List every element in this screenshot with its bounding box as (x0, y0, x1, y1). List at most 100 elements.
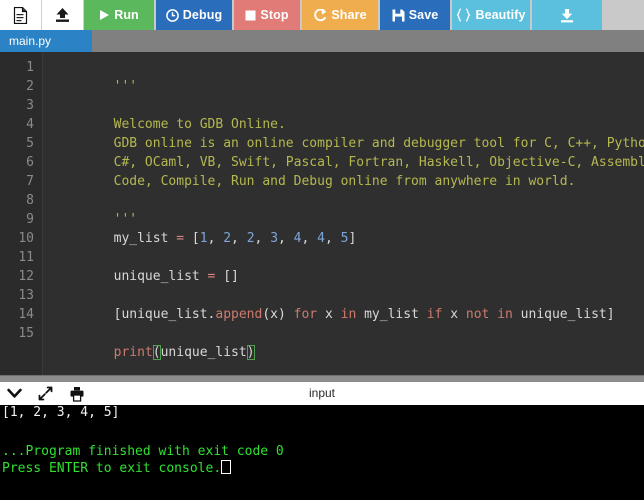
console-line: ...Program finished with exit code 0 (2, 444, 284, 459)
variable-token: my_list (113, 231, 177, 246)
share-button[interactable]: Share (302, 0, 380, 30)
expression-token: [unique_list. (113, 307, 216, 322)
tab-bar-empty-area (92, 30, 644, 52)
play-icon (99, 9, 110, 21)
number-token: 2 (246, 231, 255, 246)
keyword-token: in (497, 307, 513, 322)
download-icon (559, 8, 575, 23)
tab-main-py[interactable]: main.py (0, 30, 92, 52)
chevron-down-icon[interactable] (6, 385, 23, 402)
line-number: 6 (26, 155, 34, 170)
expression-token: my_list (356, 307, 427, 322)
number-token: 3 (270, 231, 279, 246)
comma-token: , (254, 231, 271, 246)
code-content[interactable]: ''' Welcome to GDB Online. GDB online is… (43, 52, 644, 375)
share-icon (313, 8, 327, 22)
line-number: 9 (26, 212, 34, 227)
expression-token: x (317, 307, 341, 322)
line-number: 1 (26, 60, 34, 75)
console-line-with-cursor: Press ENTER to exit console. (0, 460, 644, 477)
function-token: print (113, 345, 153, 360)
save-button[interactable]: Save (380, 0, 452, 30)
beautify-button[interactable]: Beautify (452, 0, 532, 30)
toolbar-spacer (604, 0, 644, 30)
expression-token: x (442, 307, 466, 322)
line-number: 3 (26, 98, 34, 113)
docstring-token: Welcome to GDB Online. (113, 117, 286, 132)
method-token: append (215, 307, 263, 322)
console-toolbar-icons (6, 382, 85, 405)
console-toolbar: input (0, 382, 644, 406)
line-number: 2 (26, 79, 34, 94)
line-number: 15 (18, 326, 34, 341)
run-button[interactable]: Run (84, 0, 156, 30)
variable-token: unique_list (113, 269, 208, 284)
run-button-label: Run (114, 7, 139, 22)
download-button[interactable] (532, 0, 604, 30)
docstring-token: ''' (113, 79, 138, 94)
docstring-token: Code, Compile, Run and Debug online from… (113, 174, 576, 189)
bracket-token: [] (215, 269, 239, 284)
line-number: 10 (18, 231, 34, 246)
file-icon (13, 6, 28, 24)
debug-circle-icon (165, 8, 179, 22)
console-blank-gap (0, 421, 644, 444)
upload-icon (54, 7, 71, 23)
beautify-button-label: Beautify (475, 7, 526, 22)
keyword-token: for (293, 307, 318, 322)
operator-token: = (176, 231, 185, 246)
code-editor[interactable]: 1 2 3 4 5 6 7 8 9 10 11 12 13 14 15 ''' … (0, 52, 644, 375)
tab-label: main.py (9, 34, 52, 48)
new-file-button[interactable] (0, 0, 42, 30)
comma-token: , (207, 231, 224, 246)
comma-token: , (301, 231, 318, 246)
console-input-label: input (308, 386, 336, 400)
code-line: [unique_list.append(x) for x in my_list … (43, 286, 644, 322)
code-line: ''' (43, 58, 644, 94)
docstring-token: GDB online is an online compiler and deb… (113, 136, 644, 151)
debug-button[interactable]: Debug (156, 0, 234, 30)
keyword-token: in (340, 307, 357, 322)
number-token: 4 (317, 231, 325, 246)
comma-token: , (278, 231, 294, 246)
number-token: 2 (223, 231, 232, 246)
console-cursor (221, 460, 232, 474)
argument-token: unique_list (160, 345, 247, 360)
upload-button[interactable] (42, 0, 84, 30)
stop-button-label: Stop (260, 7, 289, 22)
print-console-icon[interactable] (68, 385, 85, 402)
console-line: [1, 2, 3, 4, 5] (2, 405, 120, 420)
line-number: 7 (26, 174, 34, 189)
code-line: unique_list = [] (43, 248, 644, 284)
line-number: 13 (18, 288, 34, 303)
braces-icon (456, 8, 471, 22)
comma-token: , (231, 231, 247, 246)
line-number: 8 (26, 193, 34, 208)
number-token: 4 (293, 231, 302, 246)
expression-token: (x) (262, 307, 294, 322)
line-number: 11 (18, 250, 34, 265)
code-line: ''' (43, 191, 644, 227)
docstring-token: C#, OCaml, VB, Swift, Pascal, Fortran, H… (113, 155, 644, 170)
console-output[interactable]: [1, 2, 3, 4, 5] ...Program finished with… (0, 405, 644, 500)
expression-token: unique_list] (512, 307, 615, 322)
console-line-text: Press ENTER to exit console. (2, 461, 222, 476)
bracket-token: ] (348, 231, 357, 246)
floppy-disk-icon (392, 9, 405, 22)
matching-paren-open: ( (152, 345, 161, 360)
line-number: 5 (26, 136, 34, 151)
editor-tab-bar: main.py (0, 30, 644, 52)
line-number: 4 (26, 117, 34, 132)
expression-token (489, 307, 497, 322)
gdb-online-ide: Run Debug Stop Share Save Beautify main.… (0, 0, 644, 500)
main-toolbar: Run Debug Stop Share Save Beautify (0, 0, 644, 30)
matching-paren-close: ) (246, 345, 255, 360)
share-button-label: Share (331, 7, 367, 22)
stop-button[interactable]: Stop (234, 0, 302, 30)
debug-button-label: Debug (182, 7, 223, 22)
keyword-token: not (465, 307, 490, 322)
docstring-token: ''' (113, 212, 138, 227)
line-number: 14 (18, 307, 34, 322)
code-line: print(unique_list) (43, 324, 644, 360)
expand-arrows-icon[interactable] (37, 385, 54, 402)
